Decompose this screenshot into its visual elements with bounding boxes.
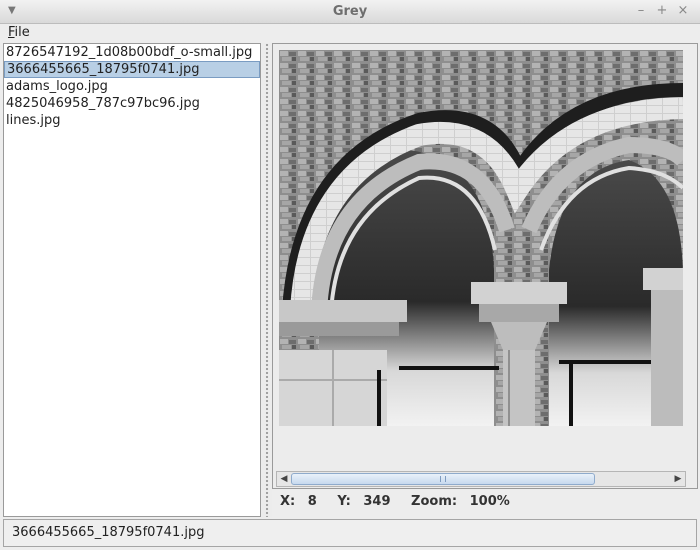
file-list-item[interactable]: lines.jpg bbox=[4, 112, 260, 129]
close-icon[interactable]: × bbox=[676, 3, 690, 18]
menu-file[interactable]: File bbox=[8, 25, 30, 40]
x-readout: X: 8 bbox=[280, 494, 317, 509]
file-list[interactable]: 8726547192_1d08b00bdf_o-small.jpg 366645… bbox=[3, 43, 261, 517]
minimize-icon[interactable]: – bbox=[634, 3, 648, 18]
image-viewer-panel: ◀ ▶ bbox=[272, 43, 698, 489]
divider-grip bbox=[265, 43, 269, 517]
scrollbar-thumb[interactable] bbox=[291, 473, 595, 485]
horizontal-scrollbar[interactable]: ◀ ▶ bbox=[276, 471, 686, 487]
zoom-readout: Zoom: 100% bbox=[411, 494, 510, 509]
arrow-left-icon[interactable]: ◀ bbox=[277, 472, 291, 486]
thumb-grip bbox=[440, 476, 446, 482]
coordinate-readout: X: 8 Y: 349 Zoom: 100% bbox=[274, 490, 698, 514]
file-list-item-selected[interactable]: 3666455665_18795f0741.jpg bbox=[4, 61, 260, 78]
status-bar: 3666455665_18795f0741.jpg bbox=[3, 519, 697, 547]
arrow-right-icon[interactable]: ▶ bbox=[671, 472, 685, 486]
file-list-item[interactable]: adams_logo.jpg bbox=[4, 78, 260, 95]
file-list-item[interactable]: 8726547192_1d08b00bdf_o-small.jpg bbox=[4, 44, 260, 61]
file-list-item[interactable]: 4825046958_787c97bc96.jpg bbox=[4, 95, 260, 112]
split-pane-divider[interactable] bbox=[262, 43, 272, 517]
image-canvas[interactable] bbox=[279, 50, 683, 426]
maximize-icon[interactable]: + bbox=[655, 3, 669, 18]
menu-bar: File bbox=[0, 24, 700, 43]
y-readout: Y: 349 bbox=[337, 494, 391, 509]
window-title: Grey bbox=[332, 4, 368, 19]
title-bar: ▼ Grey – + × bbox=[0, 0, 700, 24]
arched-window-photo bbox=[279, 50, 683, 426]
